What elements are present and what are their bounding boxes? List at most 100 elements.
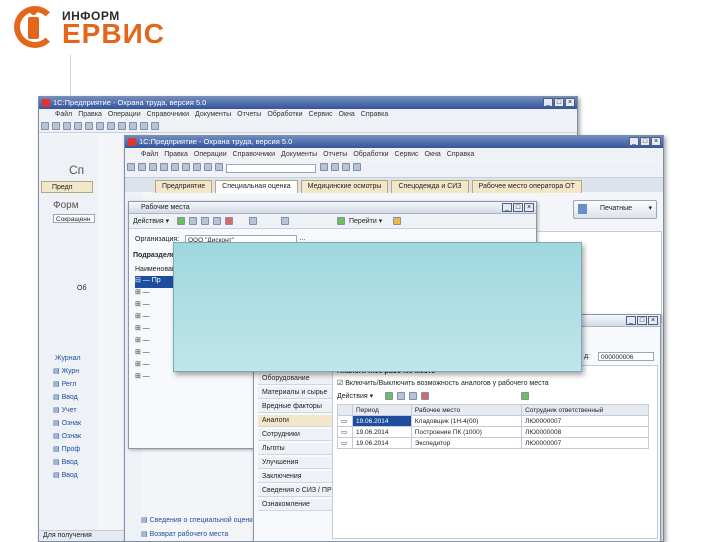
journal-item[interactable]: ▤ Ознак — [53, 419, 97, 432]
copy-icon[interactable] — [85, 122, 93, 130]
goto-menu[interactable]: Перейти ▾ — [349, 217, 382, 225]
menu-item[interactable]: Операции — [108, 109, 141, 120]
journal-item[interactable]: ▤ Проф — [53, 445, 97, 458]
tree-row[interactable]: ⊞ — — [135, 312, 175, 324]
tree-row[interactable]: ⊞ — — [135, 300, 175, 312]
menu-item[interactable]: Файл — [55, 109, 72, 120]
tab-ppe[interactable]: Спецодежда и СИЗ — [391, 180, 469, 193]
menu-item[interactable]: Обработки — [267, 109, 302, 120]
refresh-icon[interactable] — [337, 217, 345, 225]
print-icon[interactable] — [107, 122, 115, 130]
maximize-button[interactable]: □ — [637, 316, 647, 325]
menu-item[interactable]: Справочники — [147, 109, 189, 120]
table-row[interactable]: ▭ 19.06.2014 Кладовщик (1Н-4(00) ЛЮ00000… — [337, 415, 649, 427]
menu-item[interactable]: Отчеты — [237, 109, 261, 120]
redo-icon[interactable] — [129, 122, 137, 130]
col-employee[interactable]: Сотрудник ответственный — [521, 404, 649, 416]
org-select-button[interactable]: … — [299, 235, 306, 242]
calendar-icon[interactable] — [342, 163, 351, 171]
paste-icon[interactable] — [96, 122, 104, 130]
menu-item[interactable]: Сервис — [309, 109, 333, 120]
col-workplace[interactable]: Рабочее место — [410, 404, 523, 416]
tree-row[interactable]: ⊟ — Пр — [135, 276, 175, 288]
tree-row[interactable]: ⊞ — — [135, 372, 175, 384]
back-short-name-field[interactable]: Сокращенн — [53, 214, 95, 223]
new-icon[interactable] — [127, 163, 135, 171]
add-icon[interactable] — [177, 217, 185, 225]
side-item-familiarization[interactable]: Ознакомление — [258, 499, 332, 511]
close-button[interactable]: × — [648, 316, 658, 325]
link-return-workplace[interactable]: ▤ Возврат рабочего места — [141, 530, 261, 538]
tab-operator[interactable]: Рабочее место оператора ОТ — [471, 180, 582, 193]
side-item-employees[interactable]: Сотрудники — [258, 429, 332, 441]
menu-item[interactable]: Сервис — [395, 149, 419, 160]
calc-icon[interactable] — [331, 163, 340, 171]
minimize-button[interactable]: _ — [629, 137, 639, 146]
journal-item[interactable]: ▤ Ознак — [53, 432, 97, 445]
paste-icon[interactable] — [182, 163, 190, 171]
undo-icon[interactable] — [118, 122, 126, 130]
menu-item[interactable]: Операции — [194, 149, 227, 160]
enable-analogs-checkbox[interactable]: ☑ Включить/Выключить возможность аналого… — [337, 379, 549, 387]
link-assessment-info[interactable]: ▤ Сведения о специальной оценке — [141, 516, 261, 524]
redo-icon[interactable] — [215, 163, 223, 171]
open-icon[interactable] — [52, 122, 60, 130]
close-button[interactable]: × — [565, 98, 575, 107]
refresh-icon[interactable] — [521, 392, 529, 400]
print-icon[interactable] — [193, 163, 201, 171]
delete-icon[interactable] — [421, 392, 429, 400]
toolbar-search-field[interactable] — [226, 164, 317, 173]
journal-item[interactable]: ▤ Учет — [53, 406, 97, 419]
maximize-button[interactable]: □ — [640, 137, 650, 146]
help-icon[interactable] — [353, 163, 362, 171]
menu-item[interactable]: Документы — [281, 149, 317, 160]
copy-icon[interactable] — [201, 217, 209, 225]
menu-item[interactable]: Справка — [447, 149, 474, 160]
print-forms-button[interactable]: Печатные ▾ — [573, 200, 657, 219]
help-icon[interactable] — [393, 217, 401, 225]
menu-item[interactable]: Документы — [195, 109, 231, 120]
side-item-ppe-info[interactable]: Сведения о СИЗ / ПР — [258, 485, 332, 497]
analogous-actions-menu[interactable]: Действия ▾ — [337, 392, 373, 400]
back-panel-tab[interactable]: Предп — [41, 181, 93, 193]
menu-item[interactable]: Окна — [339, 109, 355, 120]
side-item-benefits[interactable]: Льготы — [258, 443, 332, 455]
maximize-button[interactable]: □ — [513, 203, 523, 212]
side-item-equipment[interactable]: Оборудование — [258, 373, 332, 385]
tree-row[interactable]: ⊞ — — [135, 336, 175, 348]
close-button[interactable]: × — [524, 203, 534, 212]
side-item-harmful-factors[interactable]: Вредные факторы — [258, 401, 332, 413]
side-item-conclusions[interactable]: Заключения — [258, 471, 332, 483]
save-icon[interactable] — [149, 163, 157, 171]
copy-icon[interactable] — [397, 392, 405, 400]
hierarchy-icon[interactable] — [281, 217, 289, 225]
col-period[interactable]: Период — [352, 404, 412, 416]
code-field[interactable]: 000000006 — [598, 352, 654, 361]
tab-special-assessment[interactable]: Специальная оценка — [215, 180, 298, 193]
help-icon[interactable] — [151, 122, 159, 130]
filter-icon[interactable] — [249, 217, 257, 225]
cut-icon[interactable] — [160, 163, 168, 171]
minimize-button[interactable]: _ — [543, 98, 553, 107]
menu-item[interactable]: Отчеты — [323, 149, 347, 160]
menu-item[interactable]: Справка — [361, 109, 388, 120]
menu-item[interactable]: Обработки — [353, 149, 388, 160]
journal-item[interactable]: ▤ Ввод — [53, 393, 97, 406]
save-icon[interactable] — [63, 122, 71, 130]
add-group-icon[interactable] — [189, 217, 197, 225]
undo-icon[interactable] — [204, 163, 212, 171]
menu-item[interactable]: Файл — [141, 149, 158, 160]
delete-icon[interactable] — [225, 217, 233, 225]
tree-row[interactable]: ⊞ — — [135, 360, 175, 372]
tab-enterprise[interactable]: Предприятие — [155, 180, 213, 193]
find-icon[interactable] — [320, 163, 329, 171]
menu-item[interactable]: Окна — [425, 149, 441, 160]
minimize-button[interactable]: _ — [502, 203, 512, 212]
copy-icon[interactable] — [171, 163, 179, 171]
table-row[interactable]: ▭ 19.06.2014 Построение ПК (1000) ЛЮ0000… — [337, 426, 649, 438]
maximize-button[interactable]: □ — [554, 98, 564, 107]
journal-item[interactable]: ▤ Ввод — [53, 458, 97, 471]
side-item-analogs[interactable]: Аналоги — [258, 415, 332, 427]
menu-item[interactable]: Справочники — [233, 149, 275, 160]
edit-icon[interactable] — [213, 217, 221, 225]
